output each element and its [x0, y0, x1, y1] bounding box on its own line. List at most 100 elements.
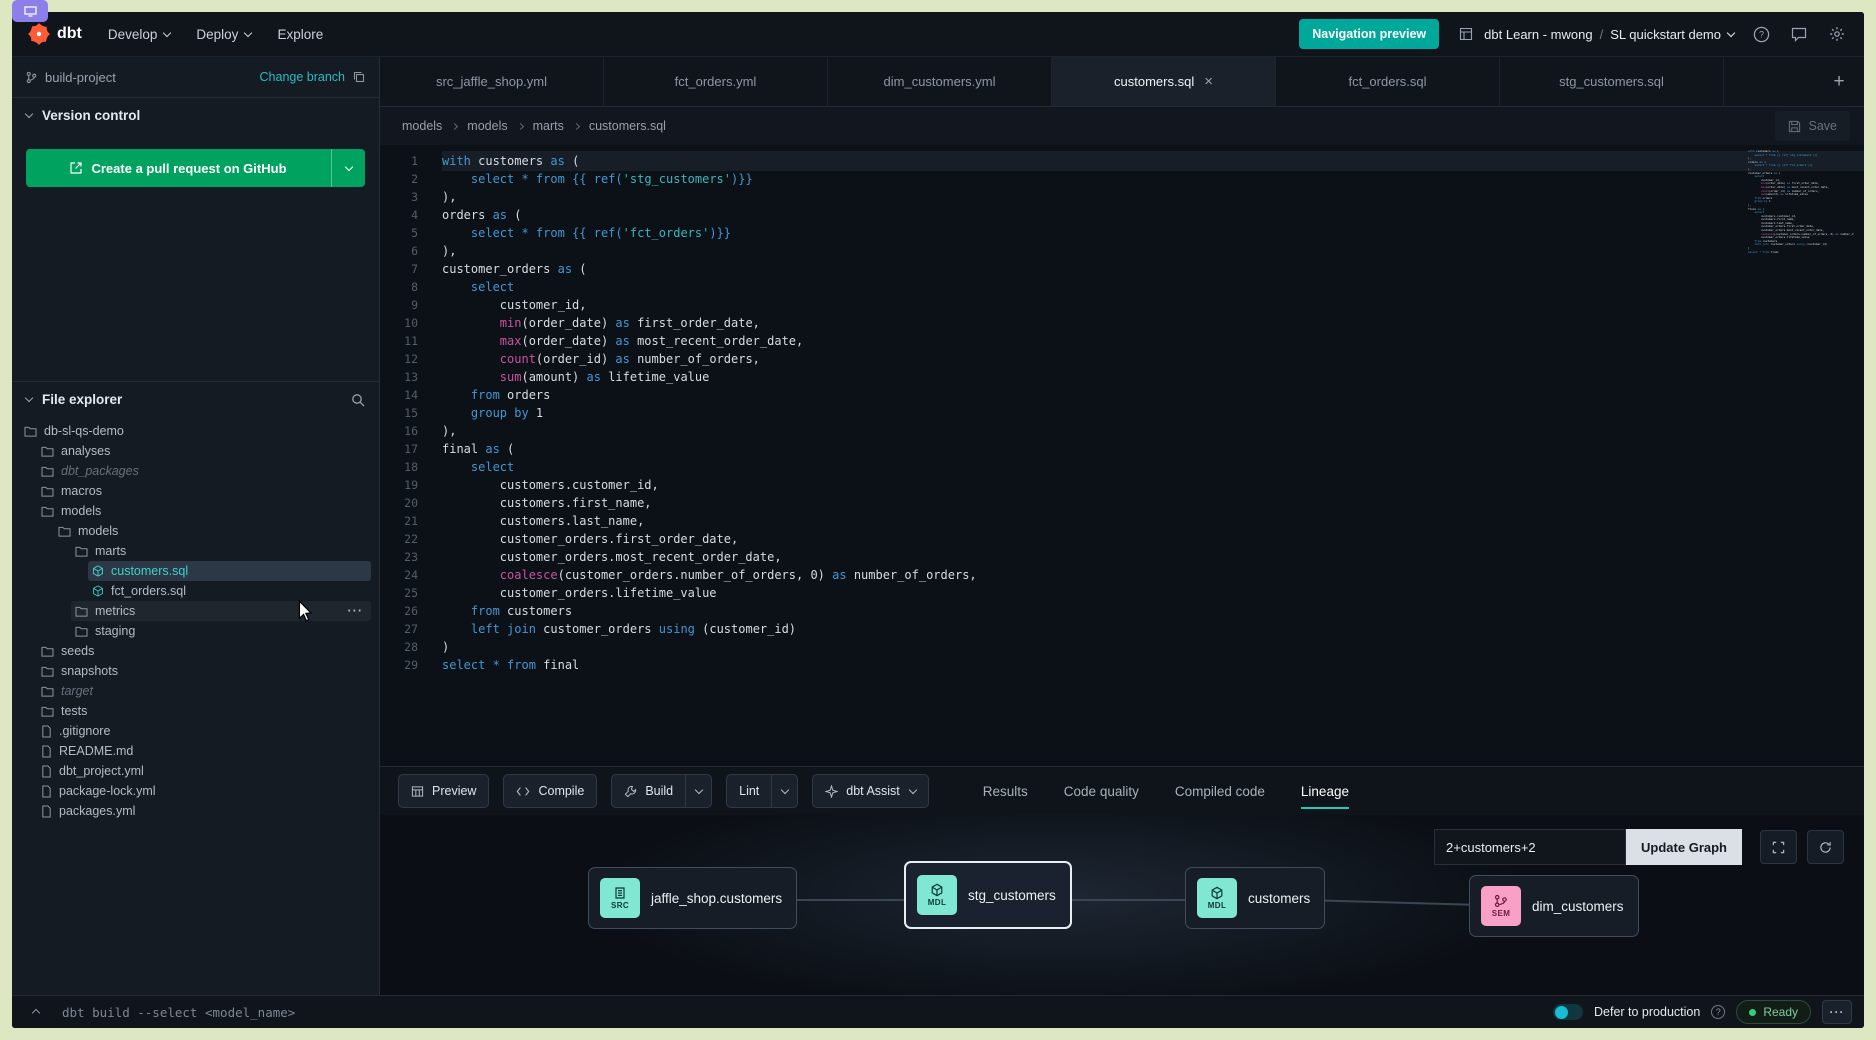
editor-column: src_jaffle_shop.yml fct_orders.ymldim_cus…: [380, 57, 1864, 995]
action-button-label: Build: [645, 784, 673, 798]
action-button[interactable]: Preview: [399, 775, 488, 807]
lineage-node[interactable]: MDLcustomers: [1185, 867, 1325, 929]
command-input[interactable]: dbt build --select <model_name>: [62, 1005, 295, 1020]
panel-tab[interactable]: Results: [983, 767, 1028, 815]
copy-icon[interactable]: [353, 71, 365, 83]
file-tree-label: tests: [61, 704, 87, 718]
editor-tab[interactable]: customers.sql×: [1052, 57, 1276, 106]
tab-label: src_jaffle_shop.yml: [436, 74, 547, 89]
code-lines[interactable]: with customers as ( select * from {{ ref…: [432, 145, 1864, 766]
panel-tab[interactable]: Compiled code: [1175, 767, 1265, 815]
file-explorer-header[interactable]: File explorer: [12, 381, 379, 417]
file-tree-item[interactable]: staging: [71, 621, 371, 641]
file-tree-item[interactable]: models: [54, 521, 371, 541]
expand-command-bar-button[interactable]: [24, 1001, 48, 1023]
file-tree-item[interactable]: .gitignore: [37, 721, 371, 741]
file-tree-item[interactable]: dbt_project.yml: [37, 761, 371, 781]
org-icon: [1455, 23, 1477, 45]
action-button[interactable]: Compile: [504, 775, 596, 807]
node-type-label: SRC: [611, 901, 629, 910]
feedback-icon[interactable]: [1788, 23, 1810, 45]
file-tree-label: analyses: [61, 444, 110, 458]
lineage-node[interactable]: SRC jaffle_shop.customers: [588, 867, 797, 929]
more-options-button[interactable]: ···: [1822, 1000, 1852, 1024]
file-tree-item[interactable]: metrics···: [71, 601, 371, 621]
version-control-header[interactable]: Version control: [12, 97, 379, 133]
file-tree-label: db-sl-qs-demo: [44, 424, 124, 438]
file-tree-item[interactable]: db-sl-qs-demo: [20, 421, 371, 441]
create-pr-main[interactable]: Create a pull request on GitHub: [26, 149, 331, 187]
lineage-node[interactable]: SEMdim_customers: [1469, 875, 1639, 937]
file-tree-item[interactable]: macros: [37, 481, 371, 501]
fullscreen-icon[interactable]: [1760, 830, 1797, 864]
update-graph-button[interactable]: Update Graph: [1626, 829, 1742, 865]
file-tree-item[interactable]: snapshots: [37, 661, 371, 681]
breadcrumb-item: marts: [518, 119, 564, 133]
file-tree-item[interactable]: package-lock.yml: [37, 781, 371, 801]
create-pr-dropdown[interactable]: [331, 149, 365, 187]
row-options-icon[interactable]: ···: [348, 604, 364, 618]
chevron-down-icon: [694, 785, 702, 793]
git-branch-icon: [26, 71, 37, 84]
project-breadcrumb[interactable]: dbt Learn - mwong / SL quickstart demo: [1455, 23, 1734, 45]
lineage-node[interactable]: MDLstg_customers: [904, 861, 1072, 929]
create-pr-label: Create a pull request on GitHub: [91, 161, 286, 176]
editor-tab[interactable]: dim_customers.yml: [828, 57, 1052, 106]
save-button[interactable]: Save: [1775, 111, 1851, 141]
editor-tab[interactable]: fct_orders.yml: [604, 57, 828, 106]
close-icon[interactable]: ×: [1204, 73, 1213, 90]
action-button-icon: [411, 785, 424, 798]
lineage-selector-input[interactable]: [1434, 829, 1626, 865]
action-dropdown-button[interactable]: [771, 775, 797, 807]
lineage-graph[interactable]: SRC jaffle_shop.customers MDLstg_customers…: [380, 815, 1864, 995]
editor-tab[interactable]: src_jaffle_shop.yml: [380, 57, 604, 106]
file-tree-item[interactable]: models: [37, 501, 371, 521]
file-tree-item[interactable]: marts: [71, 541, 371, 561]
panel-tab[interactable]: Code quality: [1064, 767, 1139, 815]
file-type-icon: [41, 706, 54, 717]
defer-help-icon[interactable]: ?: [1711, 1005, 1725, 1019]
file-tree-item[interactable]: tests: [37, 701, 371, 721]
change-branch-link[interactable]: Change branch: [260, 70, 345, 84]
code-editor[interactable]: 1234567891011121314151617181920212223242…: [380, 145, 1864, 766]
panel-tabs: Results Code quality Compiled code Lineage: [983, 767, 1349, 815]
defer-toggle[interactable]: [1553, 1004, 1583, 1020]
file-tree-item[interactable]: seeds: [37, 641, 371, 661]
editor-tab[interactable]: fct_orders.sql: [1276, 57, 1500, 106]
settings-gear-icon[interactable]: [1826, 23, 1848, 45]
line-number-gutter: 1234567891011121314151617181920212223242…: [380, 145, 432, 766]
search-icon[interactable]: [351, 393, 365, 407]
file-type-icon: [41, 486, 54, 497]
node-label: jaffle_shop.customers: [651, 891, 782, 906]
file-tree-item[interactable]: analyses: [37, 441, 371, 461]
navigation-preview-button[interactable]: Navigation preview: [1299, 19, 1439, 49]
action-button[interactable]: Build: [612, 775, 685, 807]
action-button[interactable]: dbt Assist: [813, 775, 928, 807]
breadcrumb: modelsmodelsmartscustomers.sql: [402, 119, 666, 133]
editor-tab[interactable]: stg_customers.sql: [1500, 57, 1724, 106]
top-menu-item[interactable]: Develop: [108, 27, 171, 42]
refresh-icon[interactable]: [1807, 830, 1844, 864]
file-tree-label: dbt_project.yml: [59, 764, 144, 778]
help-icon[interactable]: ?: [1750, 23, 1772, 45]
chevron-down-icon: [344, 162, 352, 170]
action-button-icon: [516, 786, 530, 797]
action-button[interactable]: Lint: [727, 775, 771, 807]
file-tree-item[interactable]: README.md: [37, 741, 371, 761]
create-pr-button[interactable]: Create a pull request on GitHub: [26, 149, 365, 187]
file-tree-item[interactable]: packages.yml: [37, 801, 371, 821]
file-tree-label: dbt_packages: [61, 464, 139, 478]
file-tree-item[interactable]: fct_orders.sql: [88, 581, 371, 601]
new-tab-button[interactable]: +: [1814, 57, 1864, 106]
node-type-label: MDL: [928, 898, 947, 907]
top-menu-item[interactable]: Explore: [277, 27, 323, 42]
file-tree-item[interactable]: dbt_packages: [37, 461, 371, 481]
file-tree-item[interactable]: target: [37, 681, 371, 701]
top-menu-item[interactable]: Deploy: [196, 27, 251, 42]
main-area: build-project Change branch Version cont…: [12, 57, 1864, 995]
panel-tab[interactable]: Lineage: [1301, 767, 1349, 815]
file-tree-item[interactable]: customers.sql: [88, 561, 371, 581]
action-dropdown-button[interactable]: [685, 775, 711, 807]
node-type-icon: [1494, 894, 1508, 908]
editor-tabs: src_jaffle_shop.yml fct_orders.ymldim_cus…: [380, 57, 1724, 106]
